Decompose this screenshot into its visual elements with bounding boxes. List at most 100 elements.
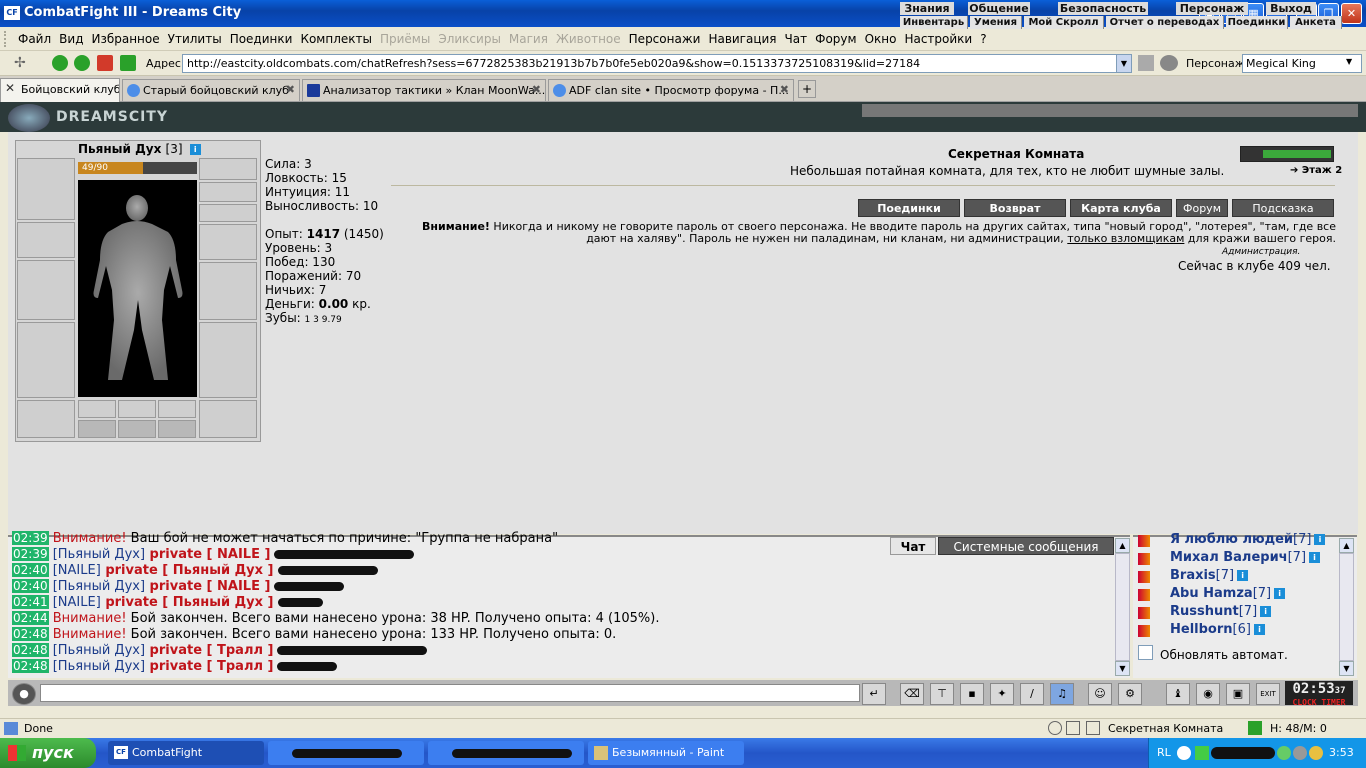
forward-icon[interactable] <box>74 55 90 71</box>
chat-input[interactable] <box>40 684 860 702</box>
smile-icon[interactable]: ☺ <box>1088 683 1112 705</box>
chat-sender[interactable]: [Пьяный Дух] <box>53 643 145 658</box>
chat-time[interactable]: 02:44 <box>12 611 49 625</box>
chat-sender[interactable]: [Пьяный Дух] <box>53 579 145 594</box>
floor-link[interactable]: ➔ Этаж 2 <box>1290 165 1342 176</box>
menu-item[interactable]: Вид <box>55 32 87 46</box>
subnav-inventory[interactable]: Инвентарь <box>900 16 968 29</box>
pocket-slot-2[interactable] <box>118 420 156 438</box>
clear-icon[interactable] <box>1138 55 1154 71</box>
chat-time[interactable]: 02:40 <box>12 563 49 577</box>
menu-item[interactable]: Комплекты <box>296 32 376 46</box>
task-combatfight[interactable]: CF CombatFight <box>108 741 264 765</box>
back-icon[interactable] <box>52 55 68 71</box>
language-indicator[interactable]: RL <box>1157 746 1171 759</box>
nav-exit[interactable]: Выход <box>1266 2 1316 15</box>
pocket-slot-3[interactable] <box>158 420 196 438</box>
scroll-slot-2[interactable] <box>118 400 156 418</box>
menu-item[interactable]: Навигация <box>704 32 780 46</box>
chat-time[interactable]: 02:39 <box>12 531 49 545</box>
earrings-slot[interactable] <box>199 158 257 180</box>
user-name[interactable]: Russhunt <box>1170 604 1239 619</box>
user-item[interactable]: Braxis[7] i <box>1170 568 1249 583</box>
chevron-down-icon[interactable]: ▼ <box>1346 57 1352 66</box>
leggings-slot[interactable] <box>199 322 257 398</box>
address-input[interactable]: http://eastcity.oldcombats.com/chatRefre… <box>182 54 1132 73</box>
task-hidden-2[interactable] <box>428 741 584 765</box>
chat-sender[interactable]: [NAILE] <box>53 595 101 610</box>
info-icon[interactable]: i <box>1274 588 1286 599</box>
skull-icon[interactable] <box>1309 746 1323 760</box>
info-icon[interactable]: i <box>189 144 201 155</box>
chat-sender[interactable]: [Пьяный Дух] <box>53 659 145 674</box>
chat-time[interactable]: 02:39 <box>12 547 49 561</box>
info-icon[interactable]: i <box>1314 534 1326 545</box>
bracers-slot[interactable] <box>17 222 75 258</box>
exit-icon[interactable]: EXIT <box>1256 683 1280 705</box>
armor-slot[interactable] <box>17 322 75 398</box>
chat-time[interactable]: 02:48 <box>12 627 49 641</box>
user-item[interactable]: Михал Валерич[7] i <box>1170 550 1321 565</box>
hint-button[interactable]: Подсказка <box>1232 199 1334 217</box>
chat-private-target[interactable]: private [ Пьяный Дух ] <box>101 563 273 578</box>
nav-social[interactable]: Общение <box>968 2 1030 15</box>
eraser-icon[interactable]: ⌫ <box>900 683 924 705</box>
menu-item[interactable]: ? <box>976 32 990 46</box>
user-name[interactable]: Hellborn <box>1170 622 1233 637</box>
nav-security[interactable]: Безопасность <box>1058 2 1148 15</box>
chat-private-target[interactable]: private [ Тралл ] <box>145 659 274 674</box>
boots-slot[interactable] <box>199 400 257 438</box>
amulet-slot[interactable] <box>199 182 257 202</box>
speaker-icon[interactable]: ● <box>12 683 36 705</box>
menu-item[interactable]: Файл <box>14 32 55 46</box>
chevron-down-icon[interactable]: ▼ <box>1116 54 1132 73</box>
stop-icon[interactable] <box>97 55 113 71</box>
users-icon[interactable] <box>1160 55 1178 71</box>
tab-4[interactable]: ADF clan site • Просмотр форума - П... ✖ <box>548 79 794 101</box>
task-hidden-1[interactable] <box>268 741 424 765</box>
menu-item[interactable]: Окно <box>861 32 901 46</box>
task-paint[interactable]: Безымянный - Paint <box>588 741 744 765</box>
belt-slot[interactable] <box>17 400 75 438</box>
tab-2[interactable]: Старый бойцовский клуб ✖ <box>122 79 300 101</box>
gear-icon[interactable]: ⚙ <box>1118 683 1142 705</box>
weapon-slot[interactable] <box>17 260 75 320</box>
tab-1[interactable]: ✕ Бойцовский клуб <box>0 78 120 102</box>
tray-icon[interactable] <box>1177 746 1191 760</box>
pocket-slot-1[interactable] <box>78 420 116 438</box>
chat-sender[interactable]: [Пьяный Дух] <box>53 547 145 562</box>
auto-refresh-checkbox[interactable] <box>1138 645 1153 660</box>
scroll-slot-1[interactable] <box>78 400 116 418</box>
new-tab-button[interactable]: + <box>798 80 816 98</box>
character-select[interactable]: Megical King <box>1242 54 1362 73</box>
info-icon[interactable]: i <box>1309 552 1321 563</box>
fights-button[interactable]: Поединки <box>858 199 960 217</box>
music-icon[interactable]: ♫ <box>1050 683 1074 705</box>
close-button[interactable]: ✕ <box>1341 3 1362 24</box>
user-item[interactable]: Я люблю людей[7] i <box>1170 532 1326 547</box>
chevron-up-icon[interactable]: ▲ <box>1339 538 1354 553</box>
subnav-scroll[interactable]: Мой Скролл <box>1024 16 1104 29</box>
chat-scrollbar[interactable] <box>1115 553 1130 661</box>
menu-item[interactable]: Поединки <box>226 32 297 46</box>
fighter-icon[interactable]: ✦ <box>990 683 1014 705</box>
chat-private-target[interactable]: private [ NAILE ] <box>145 547 271 562</box>
chart-icon[interactable]: ∕ <box>1020 683 1044 705</box>
refresh-icon[interactable] <box>120 55 136 71</box>
close-icon[interactable]: ✖ <box>286 83 295 96</box>
close-icon[interactable]: ✖ <box>780 83 789 96</box>
menu-item[interactable]: Форум <box>811 32 860 46</box>
subnav-skills[interactable]: Умения <box>970 16 1022 29</box>
bag-icon[interactable]: ◉ <box>1196 683 1220 705</box>
helmet-slot[interactable] <box>17 158 75 220</box>
hackers-link[interactable]: только взломщикам <box>1067 232 1184 245</box>
tray-icon[interactable] <box>1195 746 1209 760</box>
nav-knowledge[interactable]: Знания <box>900 2 954 15</box>
tab-system-messages[interactable]: Системные сообщения <box>938 537 1114 555</box>
tray-icon[interactable] <box>1277 746 1291 760</box>
chat-time[interactable]: 02:40 <box>12 579 49 593</box>
chat-sender[interactable]: [NAILE] <box>53 563 101 578</box>
pin-icon[interactable]: ✢ <box>14 55 26 71</box>
user-name[interactable]: Я люблю людей <box>1170 532 1293 547</box>
chevron-up-icon[interactable]: ▲ <box>1115 538 1130 553</box>
